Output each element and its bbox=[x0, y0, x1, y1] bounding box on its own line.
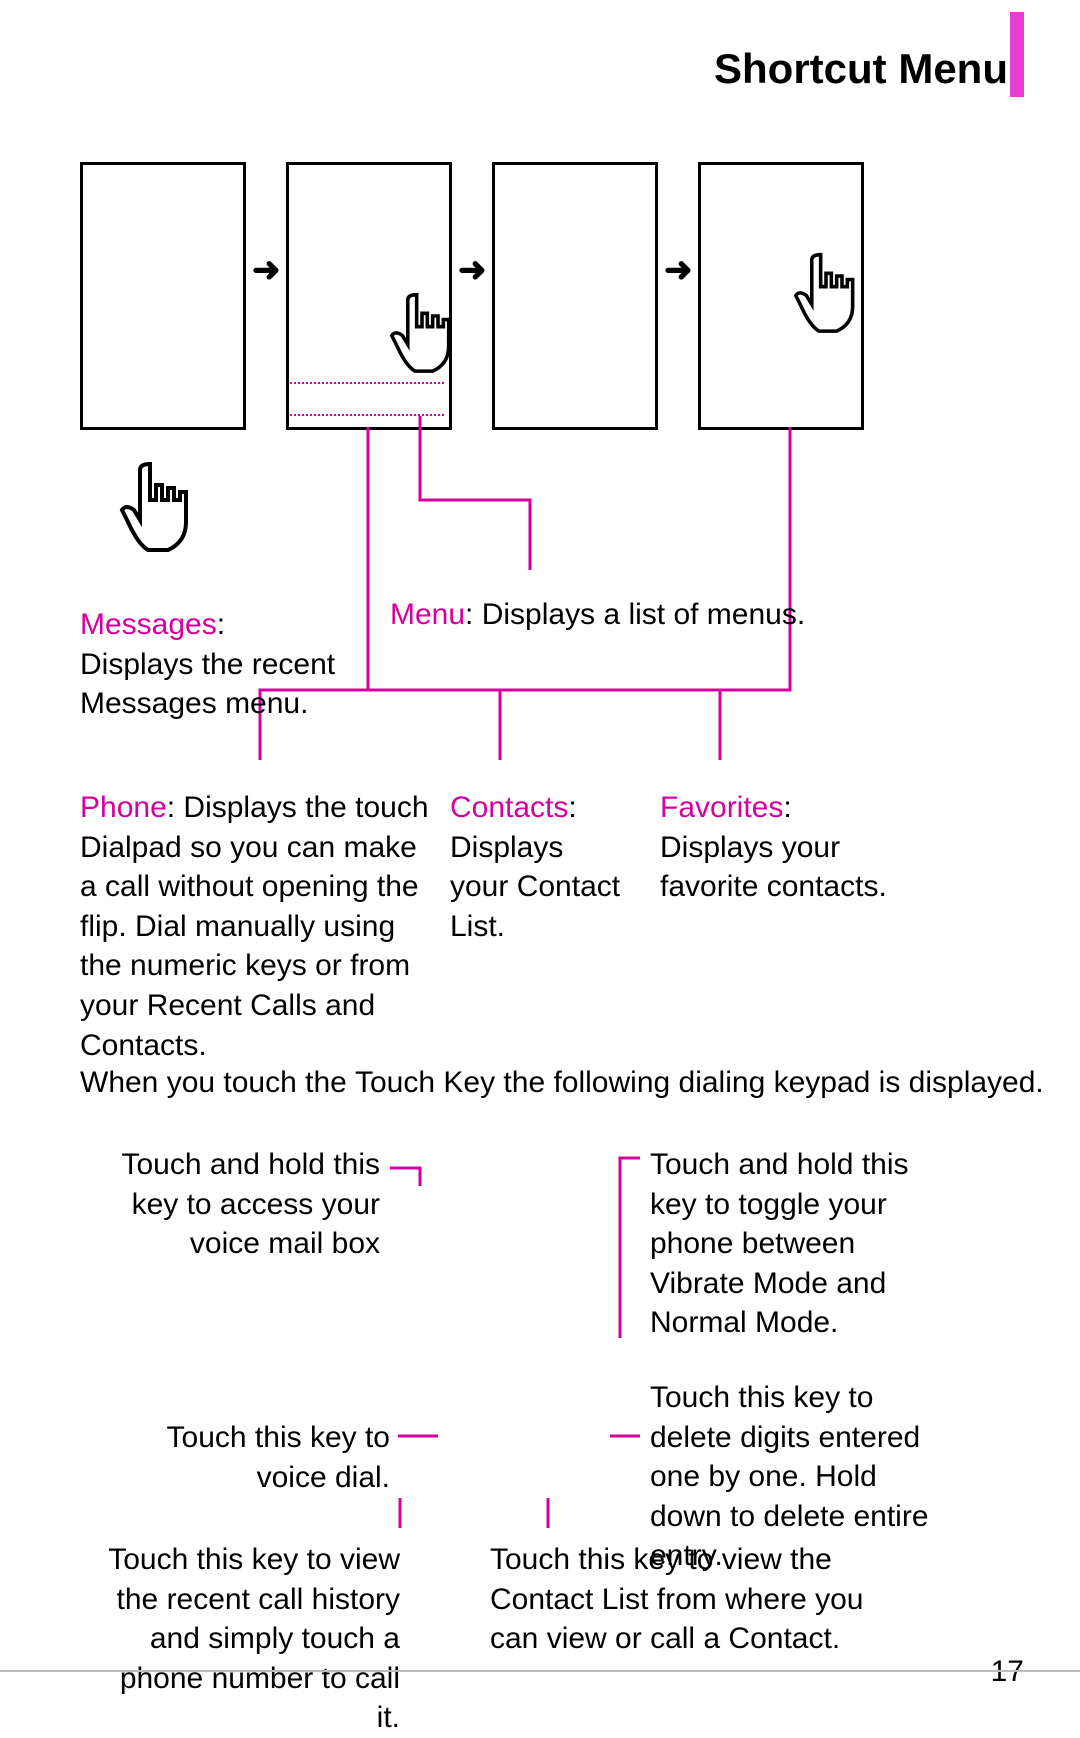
arrow-icon: ➜ bbox=[458, 250, 487, 290]
messages-caption: Messages: Displays the recent Messages m… bbox=[80, 605, 340, 724]
touch-hand-icon bbox=[120, 460, 210, 570]
bottom-rule bbox=[0, 1670, 1080, 1672]
page-title: Shortcut Menu bbox=[714, 45, 1008, 93]
keypad-contact-list-caption: Touch this key to view the Contact List … bbox=[490, 1540, 920, 1659]
contacts-caption: Contacts:Displays your Contact List. bbox=[450, 788, 630, 946]
arrow-icon: ➜ bbox=[664, 250, 693, 290]
touch-hand-icon bbox=[794, 250, 874, 350]
favorites-label: Favorites bbox=[660, 791, 783, 824]
keypad-vibrate-caption: Touch and hold this key to toggle your p… bbox=[650, 1145, 930, 1343]
touch-hand-icon bbox=[390, 290, 470, 390]
leader-lines-upper bbox=[0, 0, 1080, 900]
title-accent-bar bbox=[1010, 12, 1024, 97]
phone-label: Phone bbox=[80, 791, 167, 824]
dotted-line bbox=[290, 414, 444, 416]
screen-box-1 bbox=[80, 162, 246, 430]
keypad-recent-caption: Touch this key to view the recent call h… bbox=[100, 1540, 400, 1738]
keypad-voice-dial-caption: Touch this key to voice dial. bbox=[100, 1418, 390, 1497]
menu-caption: Menu: Displays a list of menus. bbox=[390, 595, 830, 635]
page-number: 17 bbox=[991, 1652, 1024, 1692]
touchkey-sentence-part2: Touch Key the following dialing keypad i… bbox=[355, 1063, 1044, 1103]
phone-caption: Phone: Displays the touch Dialpad so you… bbox=[80, 788, 430, 1065]
contacts-label: Contacts bbox=[450, 791, 568, 824]
arrow-icon: ➜ bbox=[252, 250, 281, 290]
favorites-caption: Favorites: Displays your favorite contac… bbox=[660, 788, 900, 907]
messages-label: Messages bbox=[80, 608, 217, 641]
screen-box-3 bbox=[492, 162, 658, 430]
keypad-voicemail-caption: Touch and hold this key to access your v… bbox=[100, 1145, 380, 1264]
touchkey-sentence-part1: When you touch the bbox=[80, 1063, 347, 1103]
menu-label: Menu bbox=[390, 598, 465, 631]
